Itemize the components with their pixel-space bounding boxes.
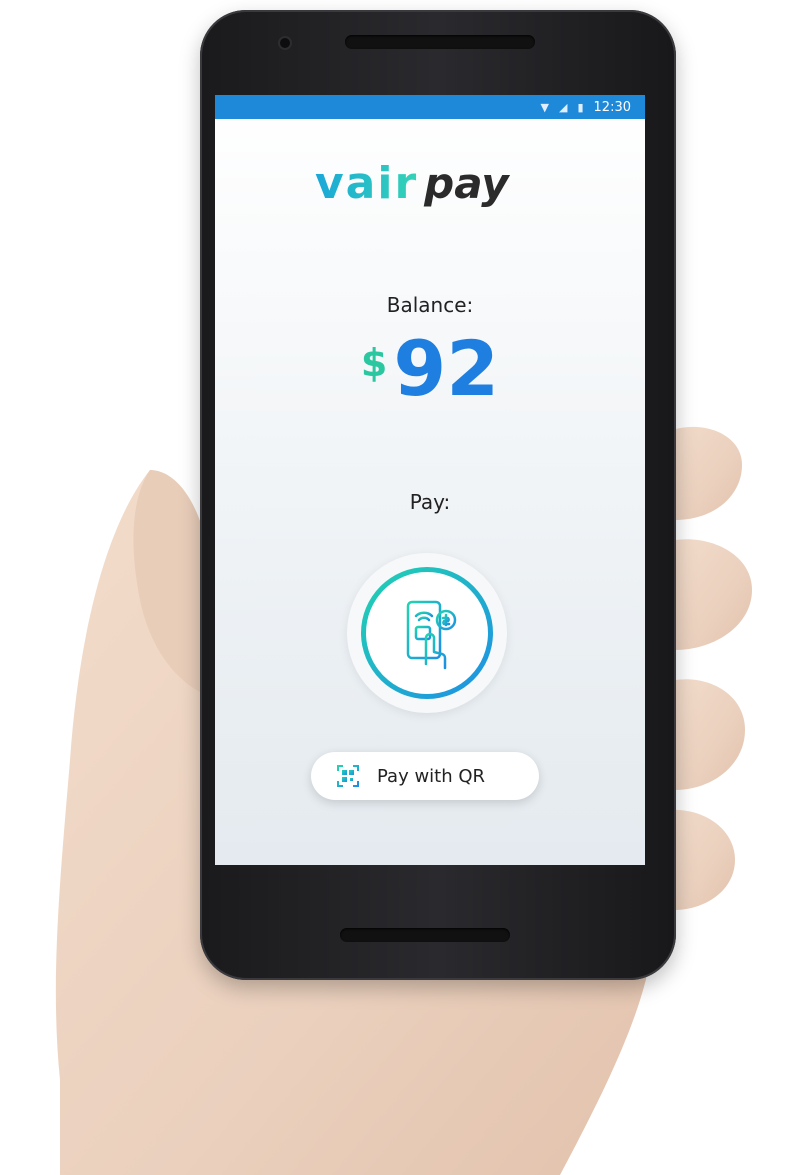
- balance-amount: $ 92: [215, 331, 645, 407]
- tap-to-pay-ring: [361, 567, 493, 699]
- currency-symbol: $: [360, 341, 388, 385]
- pay-label: Pay:: [409, 490, 451, 514]
- pay-with-qr-button[interactable]: Pay with QR: [311, 752, 539, 800]
- wifi-icon: ▼: [540, 100, 549, 114]
- battery-icon: ▮: [577, 100, 584, 114]
- signal-icon: ◢: [559, 100, 568, 114]
- tap-to-pay-button[interactable]: [347, 553, 507, 713]
- front-camera: [280, 38, 290, 48]
- bottom-speaker: [340, 928, 510, 942]
- top-speaker: [345, 35, 535, 49]
- status-time: 12:30: [593, 99, 631, 115]
- qr-code-icon: [337, 765, 359, 787]
- balance-label: Balance:: [386, 293, 474, 317]
- balance-value: 92: [393, 324, 500, 413]
- logo-brand: vair: [315, 157, 419, 209]
- tap-to-pay-icon: [406, 600, 457, 670]
- pay-with-qr-label: Pay with QR: [377, 765, 486, 787]
- app-logo: vair pay: [315, 153, 545, 213]
- logo-suffix: pay: [424, 158, 509, 208]
- status-bar: ▼ ◢ ▮ 12:30: [215, 95, 645, 119]
- phone-screen: ▼ ◢ ▮ 12:30 vair pay Balance: $ 92 Pay:: [215, 95, 645, 865]
